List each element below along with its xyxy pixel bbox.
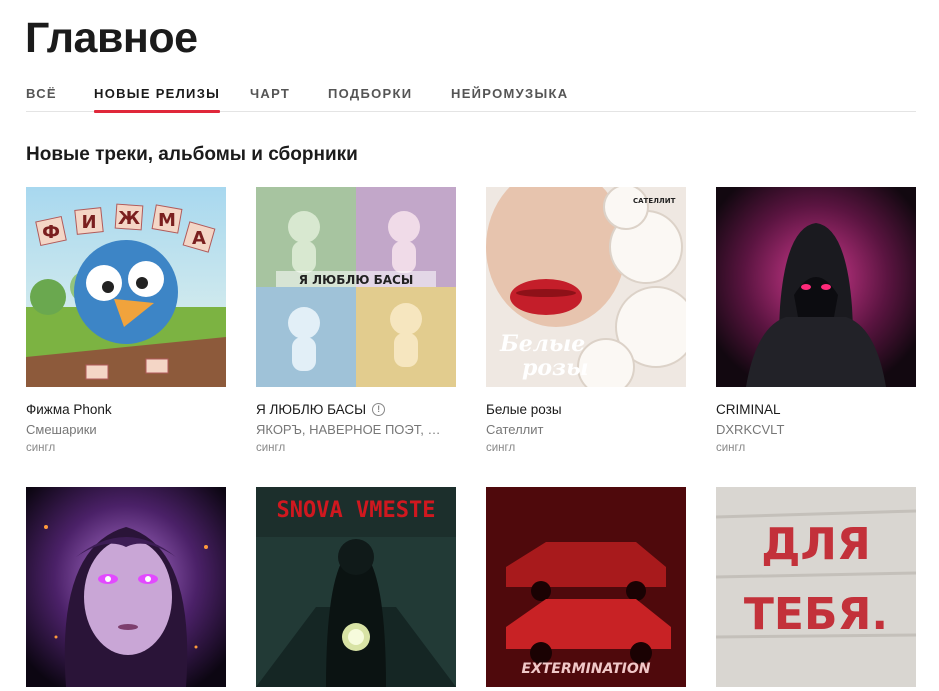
release-cover[interactable]: SNOVA VMESTE [256,487,456,687]
release-card[interactable]: Я ЛЮБЛЮ БАСЫ Я ЛЮБЛЮ БАСЫ ! ЯКОРЪ, НАВЕР… [256,187,456,454]
tab-neuromusic[interactable]: НЕЙРОМУЗЫКА [451,86,568,112]
release-artist[interactable]: Смешарики [26,422,216,437]
release-card[interactable]: EXTERMINATION [486,487,686,687]
tab-chart[interactable]: ЧАРТ [250,86,290,112]
release-type: сингл [256,442,286,454]
release-title[interactable]: Фижма Phonk [26,402,112,417]
release-card[interactable] [26,487,226,687]
tab-new-releases[interactable]: НОВЫЕ РЕЛИЗЫ [94,86,221,113]
release-type: сингл [26,442,56,454]
release-cover[interactable]: САТЕЛЛИТ Белые розы [486,187,686,387]
release-artist[interactable]: Сателлит [486,422,676,437]
section-title: Новые треки, альбомы и сборники [26,144,358,165]
release-cover[interactable]: Я ЛЮБЛЮ БАСЫ [256,187,456,387]
release-type: сингл [716,442,746,454]
cover-letter: М [158,210,176,231]
cover-letter: И [81,212,96,233]
cover-label: САТЕЛЛИТ [633,197,676,205]
tab-collections[interactable]: ПОДБОРКИ [328,86,412,112]
release-cover[interactable]: Ф И Ж М А [26,187,226,387]
release-cover[interactable] [716,187,916,387]
release-title[interactable]: Белые розы [486,402,562,417]
release-cover[interactable]: EXTERMINATION [486,487,686,687]
release-card[interactable]: Ф И Ж М А Фижма Phonk Смешарики сингл [26,187,226,454]
cover-text: SNOVA VMESTE [277,498,436,523]
release-card[interactable]: ДЛЯ ТЕБЯ. [716,487,916,687]
cover-letter: Ф [42,222,60,243]
tabs-bar: ВСЁ НОВЫЕ РЕЛИЗЫ ЧАРТ ПОДБОРКИ НЕЙРОМУЗЫ… [26,86,916,113]
info-icon[interactable]: ! [372,402,386,416]
release-title[interactable]: CRIMINAL [716,402,781,417]
cover-text: Я ЛЮБЛЮ БАСЫ [299,273,414,287]
release-card[interactable]: SNOVA VMESTE [256,487,456,687]
release-card[interactable]: САТЕЛЛИТ Белые розы Белые розы Сателлит с… [486,187,686,454]
cover-letter: Ж [118,208,140,229]
release-cover[interactable]: ДЛЯ ТЕБЯ. [716,487,916,687]
cover-text: EXTERMINATION [522,661,651,677]
release-artist[interactable]: ЯКОРЪ, НАВЕРНОЕ ПОЭТ, Е... [256,422,446,437]
release-cover[interactable] [26,487,226,687]
release-artist[interactable]: DXRKCVLT [716,422,906,437]
release-title[interactable]: Я ЛЮБЛЮ БАСЫ [256,402,366,417]
cover-letter: А [192,228,206,249]
release-card[interactable]: CRIMINAL DXRKCVLT сингл [716,187,916,454]
tab-all[interactable]: ВСЁ [26,86,57,112]
release-type: сингл [486,442,516,454]
page-title: Главное [25,14,198,62]
